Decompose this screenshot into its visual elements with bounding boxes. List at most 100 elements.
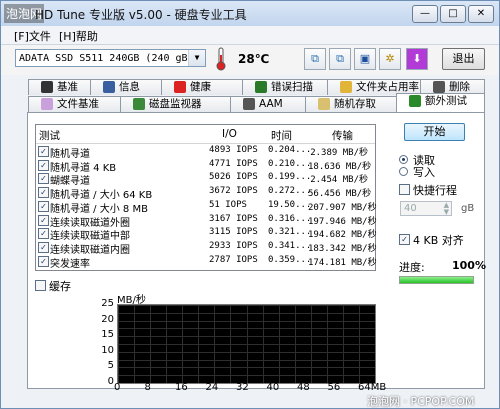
tab-benchmark[interactable]: 基准 <box>28 79 91 95</box>
write-radio[interactable] <box>399 167 408 176</box>
menu-bar: [F]文件 [H]帮助 <box>1 26 499 45</box>
row-transfer: 194.682 MB/秒 <box>308 230 377 241</box>
table-row: ✓ 随机寻道 / 大小 8 MB 51 IOPS 19.50... 207.907 MB… <box>36 199 377 215</box>
row-transfer: 183.342 MB/秒 <box>308 243 377 254</box>
start-button[interactable]: 开始 <box>404 123 465 141</box>
download-icon[interactable]: ⬇ <box>406 48 428 70</box>
tab-random-access[interactable]: 随机存取 <box>305 96 397 112</box>
tab-extra-tests[interactable]: 额外测试 <box>396 93 485 113</box>
row-io: 2787 IOPS <box>209 254 258 265</box>
folder-icon <box>340 81 352 93</box>
trash-icon <box>433 81 445 93</box>
write-label: 写入 <box>413 166 435 179</box>
progress-value: 100% <box>452 259 486 272</box>
row-io: 4893 IOPS <box>209 145 258 155</box>
row-io: 3672 IOPS <box>209 186 258 197</box>
tab-disk-monitor[interactable]: 磁盘监视器 <box>120 96 231 112</box>
chevron-down-icon[interactable]: ▼ <box>188 50 205 66</box>
x-tick-label: 24 <box>205 382 219 393</box>
progress-label: 进度: <box>399 261 425 274</box>
extra-tests-icon <box>409 95 421 107</box>
tab-error-scan[interactable]: 错误扫描 <box>242 79 328 95</box>
table-row: ✓ 随机寻道 / 大小 64 KB 3672 IOPS 0.272... 56.456 … <box>36 186 375 201</box>
minimize-button[interactable]: — <box>412 5 438 23</box>
row-time: 0.204... <box>268 145 312 155</box>
tab-health[interactable]: 健康 <box>161 79 243 95</box>
throughput-chart <box>117 304 376 384</box>
tab-info[interactable]: 信息 <box>90 79 162 95</box>
row-checkbox[interactable]: ✓ <box>38 159 49 171</box>
stroke-size-value: 40 <box>404 203 417 214</box>
row-checkbox[interactable]: ✓ <box>38 241 49 253</box>
row-time: 0.359... <box>268 254 312 265</box>
tab-random-access-label: 随机存取 <box>334 98 376 110</box>
close-button[interactable]: ✕ <box>468 5 494 23</box>
table-row: ✓ 连续读取磁道外圈 3167 IOPS 0.316... 197.946 MB/秒 <box>36 214 377 229</box>
row-transfer: 2.389 MB/秒 <box>310 148 368 158</box>
row-time: 0.272... <box>268 186 312 197</box>
table-row: ✓ 蝴蝶寻道 5026 IOPS 0.199... 2.454 MB/秒 <box>36 172 375 187</box>
cache-label: 缓存 <box>49 280 71 293</box>
menu-help[interactable]: [H]帮助 <box>59 28 98 44</box>
footer-watermark: 泡泡网 · PCPOP.COM <box>367 395 475 408</box>
col-transfer: 传输 <box>332 130 353 142</box>
table-header: 测试 I/O 时间 传输 <box>36 125 375 144</box>
row-transfer: 207.907 MB/秒 <box>308 202 377 213</box>
row-checkbox[interactable]: ✓ <box>38 146 49 157</box>
row-checkbox[interactable]: ✓ <box>38 214 49 226</box>
tab-extra-tests-label: 额外测试 <box>425 95 467 107</box>
read-radio[interactable] <box>399 155 408 164</box>
results-table: 测试 I/O 时间 传输 ✓ 随机寻道 4893 IOPS 0.204... 2.389… <box>35 124 377 271</box>
maximize-button[interactable]: □ <box>440 5 466 23</box>
benchmark-icon <box>41 81 53 93</box>
x-tick-label: 40 <box>266 382 280 393</box>
copy-icon[interactable]: ⧉ <box>304 48 326 70</box>
table-row: ✓ 突发速率 2787 IOPS 0.359... 174.181 MB/秒 <box>36 254 377 270</box>
disk-monitor-icon <box>133 98 145 110</box>
save-icon[interactable]: ▣ <box>354 48 376 70</box>
y-tick-label: 5 <box>107 360 114 372</box>
x-tick-label: 8 <box>144 382 151 393</box>
quick-stroke-checkbox[interactable] <box>399 184 410 195</box>
drive-select[interactable]: ADATA SSD S511 240GB (240 gB) ▼ <box>15 49 206 67</box>
row-time: 19.50... <box>268 199 312 210</box>
cache-checkbox[interactable] <box>35 280 46 291</box>
drive-select-value: ADATA SSD S511 240GB (240 gB) <box>19 53 194 64</box>
row-checkbox[interactable]: ✓ <box>38 187 49 199</box>
table-row: ✓ 连续读取磁道中部 3115 IOPS 0.321... 194.682 MB/秒 <box>36 227 377 242</box>
options-icon[interactable]: ✲ <box>379 48 401 70</box>
error-scan-icon <box>255 81 267 93</box>
x-tick-label: 56 <box>327 382 341 393</box>
row-time: 0.199... <box>268 172 312 183</box>
col-io: I/O <box>222 128 237 140</box>
tab-disk-monitor-label: 磁盘监视器 <box>149 98 202 110</box>
row-checkbox[interactable]: ✓ <box>38 173 49 185</box>
exit-button[interactable]: 退出 <box>442 48 485 70</box>
row-transfer: 56.456 MB/秒 <box>308 189 372 200</box>
tab-file-benchmark[interactable]: 文件基准 <box>28 96 121 112</box>
quick-stroke-label: 快捷行程 <box>413 184 457 197</box>
row-checkbox[interactable]: ✓ <box>38 200 49 212</box>
row-transfer: 2.454 MB/秒 <box>310 175 368 186</box>
col-time: 时间 <box>271 130 292 142</box>
y-tick-label: 15 <box>101 329 114 341</box>
stroke-size-input[interactable]: 40 ▲ ▼ <box>400 201 452 216</box>
progress-fill <box>400 277 473 283</box>
x-tick-label: 64MB <box>358 382 387 393</box>
progress-bar <box>399 276 474 284</box>
health-cross-icon <box>174 81 186 93</box>
row-checkbox[interactable]: ✓ <box>38 255 49 267</box>
row-checkbox[interactable]: ✓ <box>38 228 49 240</box>
file-benchmark-icon <box>41 98 53 110</box>
align-4kb-checkbox[interactable]: ✓ <box>399 234 410 245</box>
tab-aam[interactable]: AAM <box>230 96 306 112</box>
x-tick-label: 48 <box>297 382 310 393</box>
x-tick-label: 0 <box>114 382 121 393</box>
row-io: 2933 IOPS <box>209 240 258 251</box>
spin-arrows-icon[interactable]: ▲ ▼ <box>444 202 449 216</box>
copy-all-icon[interactable]: ⧉ <box>329 48 351 70</box>
row-io: 3115 IOPS <box>209 227 258 238</box>
row-transfer: 197.946 MB/秒 <box>308 216 377 227</box>
menu-file[interactable]: [F]文件 <box>14 28 51 44</box>
window-title: HD Tune 专业版 v5.00 - 硬盘专业工具 <box>35 8 247 22</box>
